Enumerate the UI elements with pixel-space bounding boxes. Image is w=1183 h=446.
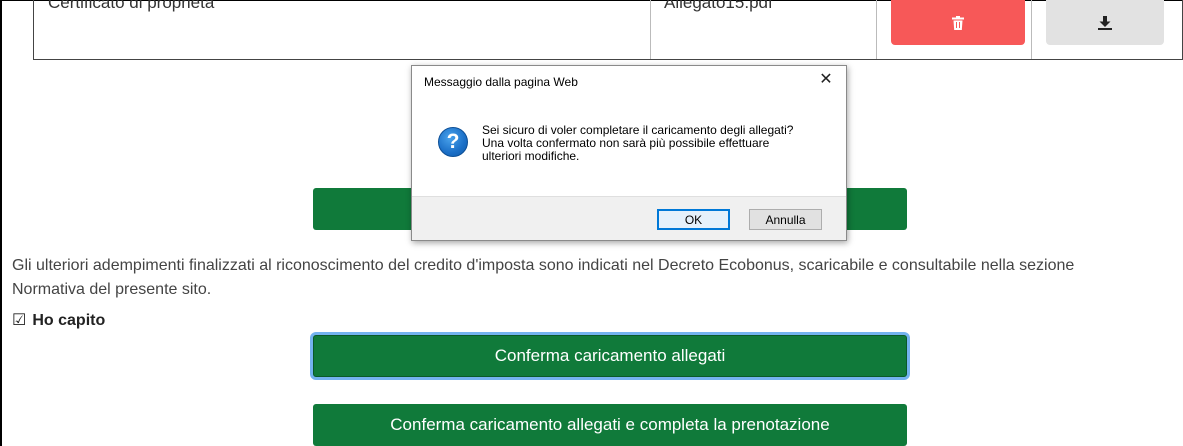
attachments-table-row: Certificato di proprietà Allegato15.pdf xyxy=(33,0,1183,60)
dialog-message: Sei sicuro di voler completare il carica… xyxy=(482,124,832,163)
notice-text: Gli ulteriori adempimenti finalizzati al… xyxy=(12,254,1182,302)
confirm-dialog: Messaggio dalla pagina Web ✕ ? Sei sicur… xyxy=(411,65,847,241)
acknowledge-checkbox[interactable]: ☑ xyxy=(12,311,26,331)
attachment-download-cell xyxy=(1032,0,1183,59)
cancel-button[interactable]: Annulla xyxy=(749,209,822,230)
dialog-footer: OK Annulla xyxy=(412,196,846,240)
attachment-file-cell: Allegato15.pdf xyxy=(651,0,877,59)
dialog-message-line-3: ulteriori modifiche. xyxy=(482,149,580,163)
ok-button[interactable]: OK xyxy=(657,209,730,230)
attachment-delete-cell xyxy=(877,0,1032,59)
notice-line-1: Gli ulteriori adempimenti finalizzati al… xyxy=(12,257,1075,274)
trash-icon xyxy=(952,15,964,30)
acknowledge-row: ☑ Ho capito xyxy=(12,311,105,331)
attachment-file-name[interactable]: Allegato15.pdf xyxy=(664,0,773,13)
delete-attachment-button[interactable] xyxy=(891,0,1025,45)
confirm-upload-complete-button[interactable]: Conferma caricamento allegati e completa… xyxy=(313,404,907,446)
dialog-title: Messaggio dalla pagina Web xyxy=(424,75,578,89)
question-icon: ? xyxy=(438,127,468,157)
attachment-name-cell: Certificato di proprietà xyxy=(34,0,651,59)
download-attachment-button[interactable] xyxy=(1046,0,1164,45)
confirm-upload-button[interactable]: Conferma caricamento allegati xyxy=(313,335,907,377)
notice-line-2: Normativa del presente sito. xyxy=(12,281,212,298)
acknowledge-label[interactable]: Ho capito xyxy=(32,312,105,330)
close-icon[interactable]: ✕ xyxy=(816,71,836,91)
attachment-document-name: Certificato di proprietà xyxy=(48,0,215,12)
download-icon xyxy=(1098,15,1112,30)
